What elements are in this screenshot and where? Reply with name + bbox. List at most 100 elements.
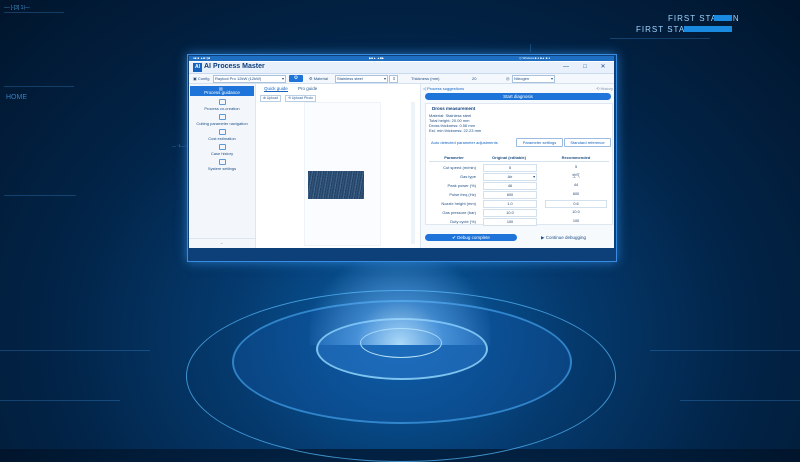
standard-reference-button[interactable]: Standard reference xyxy=(564,138,611,147)
upload-button[interactable]: ⊕ Upload xyxy=(260,95,281,102)
toolbar: ▣ Config Raytool Pro 12kW (12kW) ▾ ⚙ ⚙ Ma… xyxy=(189,74,614,84)
thickness-label: Thickness (mm) xyxy=(411,76,440,81)
suggestions-panel: ◁ Process suggestions ⟲ History Start di… xyxy=(420,84,614,248)
sidebar-item-case-history[interactable]: Case history xyxy=(189,144,255,156)
row-label: Gas type xyxy=(459,174,476,179)
row-label: Duty cycle (%) xyxy=(450,219,476,224)
chevron-down-icon: ▾ xyxy=(533,175,535,179)
guide-icon: ▤ xyxy=(219,86,223,91)
row-label: Peak power (%) xyxy=(447,183,476,188)
gas-select[interactable]: Nitrogen ▾ xyxy=(512,75,555,83)
cut-sample-image[interactable] xyxy=(308,171,364,199)
floor-line xyxy=(0,350,150,351)
sidebar-item-label: System settings xyxy=(207,166,237,171)
sidebar-item-settings[interactable]: System settings xyxy=(189,159,255,171)
recommended-value: 44 xyxy=(573,183,579,187)
original-input[interactable]: 5 xyxy=(483,164,537,172)
edit-icon xyxy=(218,99,226,105)
sidebar-item-label: Case history xyxy=(210,151,234,156)
station-bar xyxy=(714,15,732,21)
config-label: ▣ Config xyxy=(193,76,210,81)
station-bar xyxy=(684,26,732,32)
original-input[interactable]: 600 xyxy=(483,191,537,199)
floor-line xyxy=(680,400,800,401)
sidebar-item-cutting-nav[interactable]: Cutting parameter navigation xyxy=(189,114,255,126)
hud-code: —·[-[3] 1|— xyxy=(4,5,30,11)
material-select[interactable]: Stainless steel ▾ xyxy=(335,75,388,83)
row-label: Cut speed (m/min) xyxy=(443,165,476,170)
os-left-icons: ●■ ■ ▲■□[]■ xyxy=(193,56,211,60)
config-apply-button[interactable]: ⚙ xyxy=(289,75,303,82)
config-select[interactable]: Raytool Pro 12kW (12kW) ▾ xyxy=(213,75,286,83)
light-beam xyxy=(310,255,490,345)
original-input[interactable]: 10.0 xyxy=(483,209,537,217)
cut-icon xyxy=(218,114,226,120)
sidebar-item-label: Cost estimation xyxy=(208,136,236,141)
recommended-value: 5 xyxy=(574,165,578,169)
row-label: Pulse freq (Hz) xyxy=(449,192,476,197)
material-label: ⚙ Material xyxy=(309,76,328,81)
sidebar-item-label: Process co-creation xyxy=(204,106,240,111)
center-panel: Quick guide Pro guide ⊕ Upload ⟲ Upload … xyxy=(256,84,419,248)
upload-photo-button[interactable]: ⟲ Upload Photo xyxy=(285,95,317,102)
card-title: Dross measurement xyxy=(432,106,476,111)
recommended-value: 600 xyxy=(572,192,580,196)
hud-line xyxy=(530,44,531,52)
calculator-icon xyxy=(218,129,226,135)
original-input[interactable]: 46 xyxy=(483,182,537,190)
debug-complete-button[interactable]: ✔ Debug complete xyxy=(425,234,517,241)
os-center-label: ▶■▲ ▲■▶ xyxy=(369,56,385,60)
adjust-label: Auto detected parameter adjustments xyxy=(431,140,498,145)
app-logo: AI xyxy=(193,63,202,72)
sidebar-item-co-creation[interactable]: Process co-creation xyxy=(189,99,255,111)
app-window: ●■ ■ ▲■□[]■ ▶■▲ ▲■▶ ◷ Wireless ■ ● ■▲ ■ … xyxy=(189,56,614,248)
original-input[interactable]: 1.0 xyxy=(483,200,537,208)
col-parameter: Parameter xyxy=(444,155,464,160)
close-button[interactable]: ✕ xyxy=(600,64,606,70)
info-min: Est. min thickness: 22.23 mm xyxy=(429,128,482,133)
gear-icon xyxy=(218,159,226,165)
sidebar: ▤ Process guidance Process co-creation C… xyxy=(189,84,256,248)
sidebar-item-label: Cutting parameter navigation xyxy=(196,121,248,126)
title-bar: AI AI Process Master — □ ✕ xyxy=(189,62,614,74)
os-taskbar: ●■ ■ ▲■□[]■ ▶■▲ ▲■▶ ◷ Wireless ■ ● ■▲ ■ … xyxy=(189,56,614,61)
chevron-down-icon: ▾ xyxy=(383,76,386,81)
row-label: Nozzle height (mm) xyxy=(441,201,476,206)
gas-type-select[interactable]: Air ▾ xyxy=(483,173,537,181)
sidebar-item-process-guidance[interactable]: ▤ Process guidance xyxy=(190,86,254,96)
thickness-stepper[interactable]: ⇕ xyxy=(389,75,398,83)
sidebar-item-cost[interactable]: Cost estimation xyxy=(189,129,255,141)
row-label: Gas pressure (bar) xyxy=(442,210,476,215)
hud-heading: HOME xyxy=(6,94,27,101)
thickness-value[interactable]: 20 xyxy=(472,76,476,81)
start-diagnosis-button[interactable]: Start diagnosis xyxy=(425,93,611,100)
recommended-value: 100 xyxy=(572,219,580,223)
scrollbar[interactable] xyxy=(411,102,415,244)
floor-line xyxy=(0,400,120,401)
diagnosis-card: Dross measurement Material: Stainless st… xyxy=(425,103,613,226)
continue-debugging-link[interactable]: ▶ Continue debugging xyxy=(541,235,586,241)
minimize-button[interactable]: — xyxy=(563,64,569,70)
original-input[interactable]: 100 xyxy=(483,218,537,226)
col-original: Original (editable) xyxy=(491,155,526,160)
table-divider xyxy=(429,161,609,162)
hud-line xyxy=(610,38,710,39)
app-title: AI Process Master xyxy=(204,63,265,70)
parameter-settings-button[interactable]: Parameter settings xyxy=(516,138,563,147)
os-right-tray[interactable]: ◷ Wireless ■ ● ■▲ ■ ● xyxy=(519,56,550,60)
floor-line xyxy=(650,350,800,351)
recommended-value: 10.0 xyxy=(572,210,580,214)
tab-quick-guide[interactable]: Quick guide xyxy=(264,86,288,92)
gas-icon: ◎ xyxy=(506,76,510,81)
col-recommended: Recommended xyxy=(561,155,591,160)
sidebar-collapse[interactable]: ⌄ xyxy=(189,238,255,248)
panel-heading: ◁ Process suggestions xyxy=(423,86,465,91)
history-icon xyxy=(218,144,226,150)
maximize-button[interactable]: □ xyxy=(582,64,588,70)
recommended-input[interactable]: 0.6 xyxy=(545,200,607,208)
tab-pro-guide[interactable]: Pro guide xyxy=(298,86,317,91)
hud-line xyxy=(4,12,64,13)
hud-line xyxy=(4,86,74,87)
history-link[interactable]: ⟲ History xyxy=(596,86,613,91)
chevron-down-icon: ▾ xyxy=(550,76,553,81)
